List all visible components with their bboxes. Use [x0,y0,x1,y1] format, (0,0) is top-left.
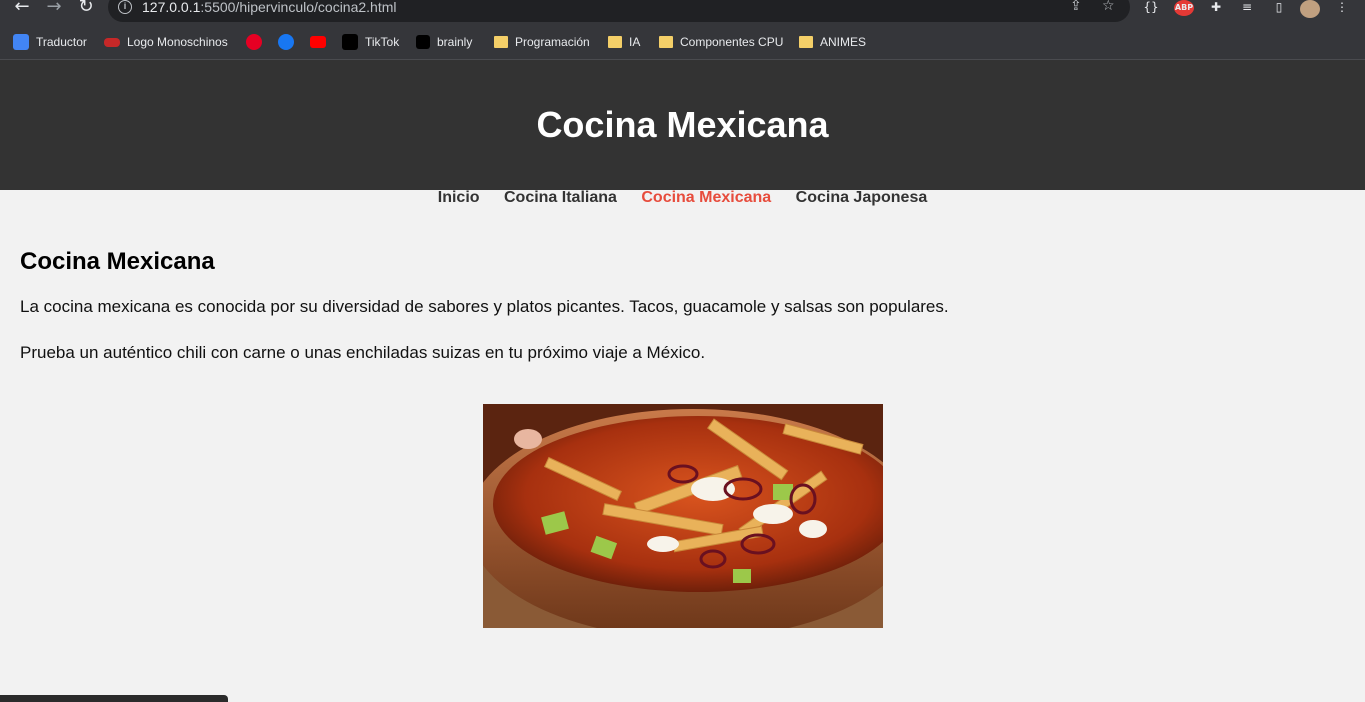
side-panel-icon[interactable]: ▯ [1270,0,1288,16]
bookmark-label: TikTok [365,35,400,49]
bookmark-folder-ia[interactable]: IA [608,33,640,51]
bookmark-logo-monoschinos[interactable]: Logo Monoschinos [104,33,228,51]
suggestion-paragraph: Prueba un auténtico chili con carne o un… [20,343,706,362]
bookmark-brainly[interactable]: brainly [416,33,472,51]
address-bar[interactable]: i 127.0.0.1:5500/hipervinculo/cocina2.ht… [108,0,1130,22]
extensions-puzzle-icon[interactable]: ✚ [1207,0,1225,16]
browser-toolbar: ← → ↻ i 127.0.0.1:5500/hipervinculo/coci… [0,0,1365,23]
bookmark-folder-animes[interactable]: ANIMES [799,33,866,51]
brainly-icon [416,35,430,49]
bookmark-label: Componentes CPU [680,35,784,49]
nav-link-cocina-japonesa[interactable]: Cocina Japonesa [796,189,928,206]
reading-list-icon[interactable]: ≡ [1238,0,1256,16]
bookmark-label: Programación [515,35,590,49]
bookmark-youtube[interactable] [310,33,326,51]
reload-icon[interactable]: ↻ [76,0,96,16]
food-photo-illustration [483,404,883,628]
site-info-icon[interactable]: i [118,0,132,14]
bookmark-star-icon[interactable]: ☆ [1102,0,1115,14]
main-content: Cocina Mexicana La cocina mexicana es co… [20,248,1345,389]
facebook-icon [278,34,294,50]
bookmark-pinterest[interactable] [246,33,262,51]
youtube-icon [310,36,326,48]
bookmark-folder-programacion[interactable]: Programación [494,33,590,51]
nav-link-inicio[interactable]: Inicio [438,189,480,206]
site-header: Cocina Mexicana [0,60,1365,190]
tiktok-icon [342,34,358,50]
monoschinos-icon [104,37,120,47]
adblock-icon[interactable]: ABP [1174,0,1194,16]
bookmark-label: ANIMES [820,35,867,49]
bookmark-tiktok[interactable]: TikTok [342,33,399,51]
bookmarks-bar: Traductor Logo Monoschinos TikTok brainl… [0,23,1365,60]
site-title: Cocina Mexicana [536,104,829,145]
google-translate-icon [13,34,29,50]
json-extension-icon[interactable]: {} [1143,0,1159,16]
bookmark-label: Logo Monoschinos [127,35,228,49]
nav-link-cocina-italiana[interactable]: Cocina Italiana [504,189,617,206]
forward-arrow-icon[interactable]: → [44,0,64,16]
pinterest-icon [246,34,262,50]
folder-icon [659,36,673,48]
bookmark-label: IA [629,35,641,49]
folder-icon [608,36,622,48]
bookmark-folder-componentes-cpu[interactable]: Componentes CPU [659,33,783,51]
share-icon[interactable]: ⇪ [1070,0,1082,14]
address-url[interactable]: 127.0.0.1:5500/hipervinculo/cocina2.html [142,0,397,15]
sopa-de-tortilla-image [483,404,883,628]
back-arrow-icon[interactable]: ← [12,0,32,16]
nav-link-cocina-mexicana[interactable]: Cocina Mexicana [641,189,771,206]
menu-dots-icon[interactable]: ⋮ [1334,0,1350,16]
folder-icon [799,36,813,48]
folder-icon [494,36,508,48]
site-nav: Inicio Cocina Italiana Cocina Mexicana C… [0,189,1365,207]
status-bar [0,695,228,702]
intro-paragraph: La cocina mexicana es conocida por su di… [20,297,949,316]
profile-avatar[interactable] [1300,0,1320,18]
bookmark-facebook[interactable] [278,33,294,51]
bookmark-traductor[interactable]: Traductor [13,33,87,51]
section-heading: Cocina Mexicana [20,248,215,275]
bookmark-label: Traductor [36,35,87,49]
bookmark-label: brainly [437,35,473,49]
